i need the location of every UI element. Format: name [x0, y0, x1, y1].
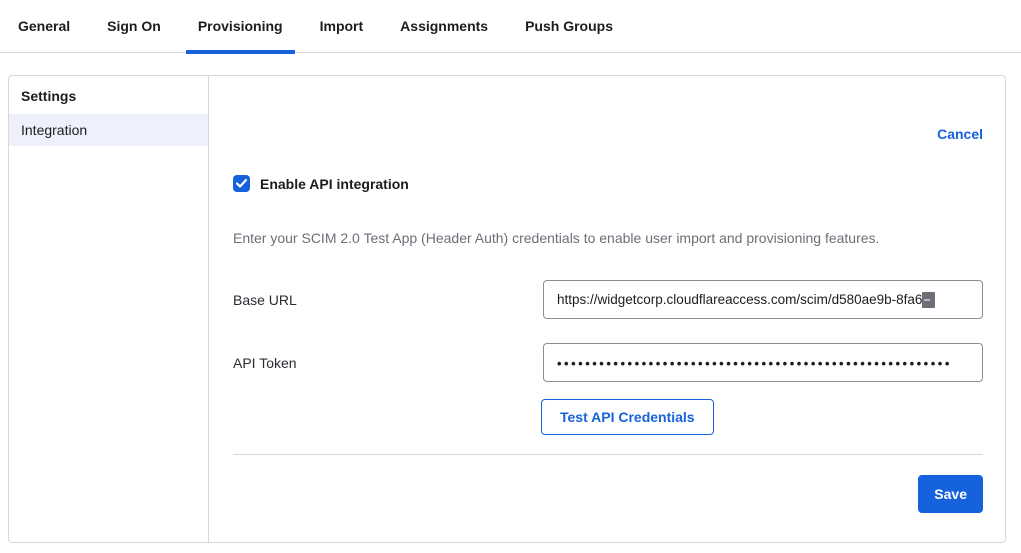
api-token-row: API Token ••••••••••••••••••••••••••••••… [233, 343, 983, 382]
integration-settings-form: Cancel Enable API integration Enter your… [209, 76, 1007, 542]
cancel-link[interactable]: Cancel [937, 126, 983, 142]
tab-sign-on[interactable]: Sign On [95, 18, 173, 54]
enable-api-label[interactable]: Enable API integration [260, 176, 409, 192]
test-api-credentials-button[interactable]: Test API Credentials [541, 399, 714, 435]
tab-push-groups[interactable]: Push Groups [513, 18, 625, 54]
credentials-description: Enter your SCIM 2.0 Test App (Header Aut… [233, 230, 983, 246]
sidebar-header: Settings [9, 80, 208, 114]
base-url-value: https://widgetcorp.cloudflareaccess.com/… [557, 292, 922, 307]
api-token-value: ••••••••••••••••••••••••••••••••••••••••… [557, 356, 952, 371]
enable-api-checkbox[interactable] [233, 175, 250, 192]
settings-sidebar: Settings Integration [9, 76, 209, 542]
tab-assignments[interactable]: Assignments [388, 18, 500, 54]
base-url-row: Base URL https://widgetcorp.cloudflareac… [233, 280, 983, 319]
provisioning-panel: Settings Integration Cancel Enable API i… [8, 75, 1006, 543]
api-token-input[interactable]: ••••••••••••••••••••••••••••••••••••••••… [543, 343, 983, 382]
tab-import[interactable]: Import [308, 18, 376, 54]
test-button-row: Test API Credentials [233, 399, 983, 435]
tab-provisioning[interactable]: Provisioning [186, 18, 295, 54]
save-row: Save [233, 475, 983, 513]
save-button[interactable]: Save [918, 475, 983, 513]
base-url-label: Base URL [233, 292, 543, 308]
api-token-label: API Token [233, 355, 543, 371]
base-url-input[interactable]: https://widgetcorp.cloudflareaccess.com/… [543, 280, 983, 319]
checkmark-icon [236, 179, 247, 188]
tab-general[interactable]: General [6, 18, 82, 54]
cancel-row: Cancel [233, 126, 983, 144]
text-cursor-block [922, 292, 935, 308]
form-divider [233, 454, 983, 455]
sidebar-item-integration[interactable]: Integration [9, 114, 208, 146]
app-tabbar: General Sign On Provisioning Import Assi… [0, 0, 1021, 53]
enable-api-row: Enable API integration [233, 175, 983, 192]
